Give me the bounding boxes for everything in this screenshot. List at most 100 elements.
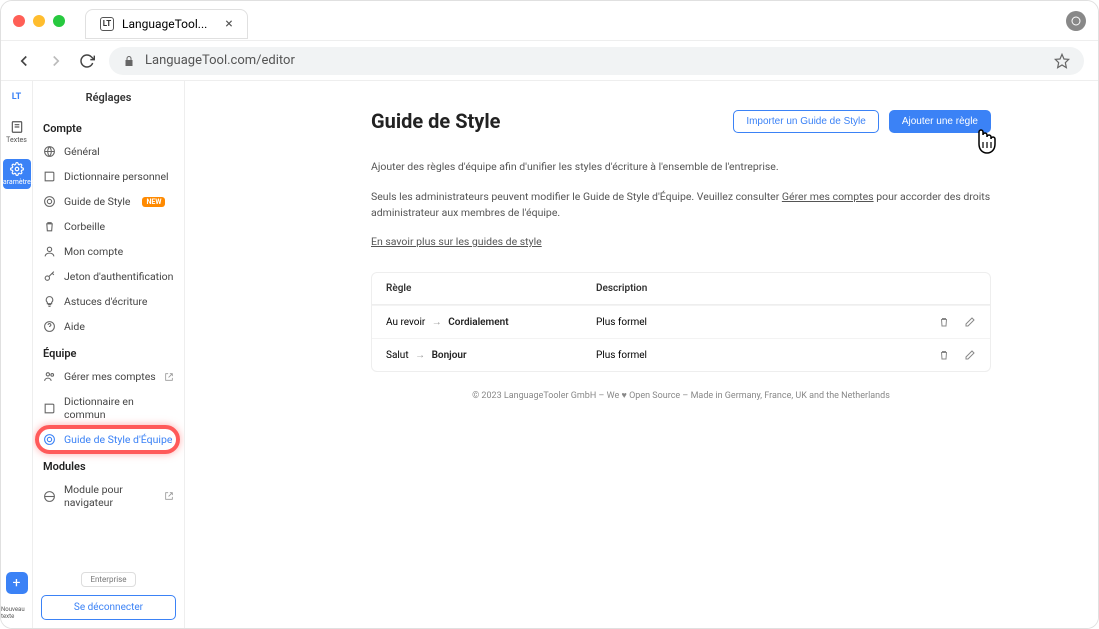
url-text: LanguageTool.com/editor [145,53,295,68]
col-rule-header: Règle [386,283,596,294]
rules-table: Règle Description Au revoir → Cordialeme… [371,272,991,372]
section-compte: Compte [33,114,184,139]
back-button[interactable] [15,52,33,70]
sidebar-item-dictionnaire-commun[interactable]: Dictionnaire en commun [33,389,184,427]
sidebar-item-aide[interactable]: Aide [33,314,184,339]
external-link-icon [164,491,174,501]
delete-rule-icon[interactable] [938,316,950,328]
learn-more-link[interactable]: En savoir plus sur les guides de style [371,234,542,250]
footer-text: © 2023 LanguageTooler GmbH – We ♥ Open S… [371,390,991,401]
sidebar-item-label: Corbeille [64,220,105,233]
rule-from: Salut [386,350,409,361]
col-desc-header: Description [596,283,916,294]
sidebar-item-label: Jeton d'authentification [64,270,173,283]
reload-button[interactable] [79,53,95,69]
close-tab-icon[interactable]: × [225,16,232,32]
traffic-lights [13,15,65,27]
arrow-icon: → [415,350,425,361]
sidebar-item-label: Guide de Style [64,195,130,208]
address-bar: LanguageTool.com/editor [1,41,1098,81]
page-title: Guide de Style [371,109,500,133]
table-header: Règle Description [372,273,990,305]
globe-icon [43,490,56,503]
maximize-window-button[interactable] [53,15,65,27]
settings-sidebar: Réglages Compte Général Dictionnaire per… [33,81,185,628]
logout-button[interactable]: Se déconnecter [41,595,176,620]
lock-icon [123,55,135,67]
user-icon [43,245,56,258]
enterprise-badge: Enterprise [81,572,135,587]
sidebar-item-label: Module pour navigateur [64,483,156,509]
sidebar-item-label: Général [64,145,100,158]
globe-icon [43,145,56,158]
arrow-icon: → [432,317,442,328]
edit-rule-icon[interactable] [964,316,976,328]
section-equipe: Équipe [33,339,184,364]
sidebar-item-guide-style-equipe[interactable]: Guide de Style d'Équipe [33,427,184,452]
target-icon [43,195,56,208]
sidebar-item-label: Gérer mes comptes [64,370,156,383]
titlebar: LT LanguageTool... × [1,1,1098,41]
profile-circle-icon[interactable] [1066,11,1086,31]
sidebar-item-astuces[interactable]: Astuces d'écriture [33,289,184,314]
rule-from: Au revoir [386,317,425,328]
close-window-button[interactable] [13,15,25,27]
rule-to: Cordialement [448,317,508,328]
browser-tab[interactable]: LT LanguageTool... × [85,9,248,39]
sidebar-item-corbeille[interactable]: Corbeille [33,214,184,239]
description-line-1: Ajouter des règles d'équipe afin d'unifi… [371,159,991,175]
sidebar-item-label: Mon compte [64,245,123,258]
sidebar-item-gerer-comptes[interactable]: Gérer mes comptes [33,364,184,389]
sidebar-item-label: Guide de Style d'Équipe [64,433,172,446]
rail-logo[interactable]: LT [3,89,31,105]
cursor-hand-icon [969,126,1001,160]
app-content: LT Textes Paramètres + Nouveau texte Rég… [1,81,1098,628]
url-field[interactable]: LanguageTool.com/editor [109,47,1084,75]
rail-new-label: Nouveau texte [1,606,32,620]
sidebar-item-label: Dictionnaire en commun [64,395,174,421]
rail-new-text-button[interactable]: + [6,572,28,594]
forward-button[interactable] [47,52,65,70]
rail-textes[interactable]: Textes [3,117,31,147]
book-icon [43,170,56,183]
favicon-icon: LT [100,17,114,31]
sidebar-item-label: Aide [64,320,85,333]
import-style-guide-button[interactable]: Importer un Guide de Style [733,110,879,133]
rule-desc: Plus formel [596,317,916,328]
section-modules: Modules [33,452,184,477]
tab-title: LanguageTool... [122,17,207,31]
users-icon [43,370,56,383]
edit-rule-icon[interactable] [964,349,976,361]
main-content: Guide de Style Importer un Guide de Styl… [185,81,1098,628]
book-icon [43,402,56,415]
left-rail: LT Textes Paramètres + Nouveau texte [1,81,33,628]
rule-desc: Plus formel [596,350,916,361]
minimize-window-button[interactable] [33,15,45,27]
help-icon [43,320,56,333]
target-icon [43,433,56,446]
sidebar-title: Réglages [33,81,184,114]
sidebar-item-dictionnaire-personnel[interactable]: Dictionnaire personnel [33,164,184,189]
sidebar-item-label: Dictionnaire personnel [64,170,169,183]
bookmark-star-icon[interactable] [1054,53,1070,69]
sidebar-item-jeton[interactable]: Jeton d'authentification [33,264,184,289]
bulb-icon [43,295,56,308]
table-row: Au revoir → Cordialement Plus formel [372,305,990,338]
sidebar-item-module-navigateur[interactable]: Module pour navigateur [33,477,184,515]
description-line-2: Seuls les administrateurs peuvent modifi… [371,189,991,221]
new-badge: NEW [142,197,165,207]
external-link-icon [164,372,174,382]
trash-icon [43,220,56,233]
rail-settings[interactable]: Paramètres [3,159,31,189]
rule-to: Bonjour [432,350,467,361]
sidebar-item-label: Astuces d'écriture [64,295,147,308]
manage-accounts-link[interactable]: Gérer mes comptes [782,190,874,203]
sidebar-item-guide-de-style[interactable]: Guide de Style NEW [33,189,184,214]
table-row: Salut → Bonjour Plus formel [372,338,990,371]
sidebar-item-mon-compte[interactable]: Mon compte [33,239,184,264]
key-icon [43,270,56,283]
browser-window: LT LanguageTool... × LanguageTool.com/ed… [0,0,1099,629]
sidebar-item-general[interactable]: Général [33,139,184,164]
delete-rule-icon[interactable] [938,349,950,361]
page-header: Guide de Style Importer un Guide de Styl… [371,109,991,133]
